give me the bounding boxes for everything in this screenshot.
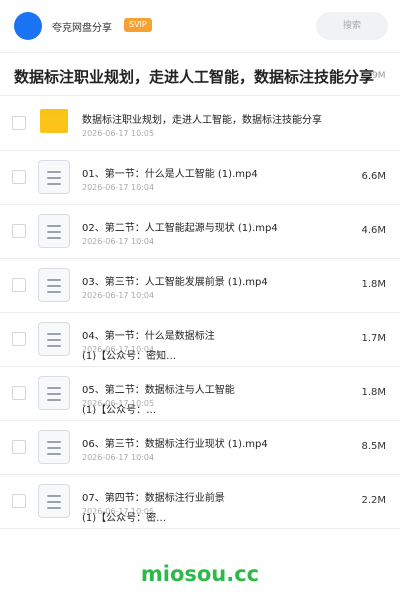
list-item[interactable]: 数据标注职业规划，走进人工智能，数据标注技能分享 2026-06-17 10:0… [0, 97, 400, 151]
file-size: 2.2M [361, 495, 386, 506]
file-name-line-2: (1)【公众号：密知… [82, 351, 177, 362]
file-name: 07、第四节：数据标注行业前景 [82, 493, 225, 504]
document-icon [38, 376, 70, 410]
list-item[interactable]: 01、第一节：什么是人工智能 (1).mp4 2026-06-17 10:04 … [0, 151, 400, 205]
file-size: 4.6M [361, 225, 386, 236]
list-item[interactable]: 06、第三节：数据标注行业现状 (1).mp4 2026-06-17 10:04… [0, 421, 400, 475]
document-icon [38, 430, 70, 464]
file-size: 8.5M [361, 441, 386, 452]
file-name: 05、第二节：数据标注与人工智能 [82, 385, 235, 396]
document-icon [38, 160, 70, 194]
checkbox[interactable] [12, 170, 26, 184]
search-input[interactable]: 搜索 [316, 12, 388, 40]
file-size: 6.6M [361, 171, 386, 182]
document-icon [38, 484, 70, 518]
list-item[interactable]: 07、第四节：数据标注行业前景 2026-06-17 10:05 (1)【公众号… [0, 475, 400, 529]
file-name: 01、第一节：什么是人工智能 (1).mp4 [82, 169, 258, 180]
list-item[interactable]: 02、第二节：人工智能起源与现状 (1).mp4 2026-06-17 10:0… [0, 205, 400, 259]
avatar[interactable] [14, 12, 42, 40]
file-date: 2026-06-17 10:04 [82, 453, 155, 462]
file-name-line-2: (1)【公众号：密… [82, 513, 167, 524]
checkbox[interactable] [12, 440, 26, 454]
file-date: 2026-06-17 10:04 [82, 183, 155, 192]
file-name: 06、第三节：数据标注行业现状 (1).mp4 [82, 439, 268, 450]
folder-title-bar: 数据标注职业规划，走进人工智能，数据标注技能分享 9M [0, 52, 400, 96]
folder-size: 9M [372, 71, 386, 81]
list-item[interactable]: 05、第二节：数据标注与人工智能 2026-06-17 10:05 (1)【公众… [0, 367, 400, 421]
checkbox[interactable] [12, 494, 26, 508]
file-size: 1.8M [361, 279, 386, 290]
header: 夸克网盘分享 SVIP 搜索 [0, 0, 400, 52]
checkbox[interactable] [12, 386, 26, 400]
file-name: 数据标注职业规划，走进人工智能，数据标注技能分享 [82, 115, 322, 126]
list-item[interactable]: 04、第一节：什么是数据标注 2026-06-17 10:04 (1)【公众号：… [0, 313, 400, 367]
file-name: 04、第一节：什么是数据标注 [82, 331, 215, 342]
file-date: 2026-06-17 10:04 [82, 237, 155, 246]
file-name: 03、第三节：人工智能发展前景 (1).mp4 [82, 277, 268, 288]
checkbox[interactable] [12, 224, 26, 238]
file-date: 2026-06-17 10:04 [82, 291, 155, 300]
checkbox[interactable] [12, 332, 26, 346]
checkbox[interactable] [12, 116, 26, 130]
list-item[interactable]: 03、第三节：人工智能发展前景 (1).mp4 2026-06-17 10:04… [0, 259, 400, 313]
app-name: 夸克网盘分享 [52, 23, 112, 34]
page-title: 数据标注职业规划，走进人工智能，数据标注技能分享 [14, 68, 375, 86]
file-date: 2026-06-17 10:05 [82, 129, 155, 138]
svip-badge: SVIP [124, 18, 152, 32]
folder-icon [40, 109, 68, 133]
file-name: 02、第二节：人工智能起源与现状 (1).mp4 [82, 223, 278, 234]
document-icon [38, 268, 70, 302]
file-name-line-2: (1)【公众号：… [82, 405, 157, 416]
file-list: 数据标注职业规划，走进人工智能，数据标注技能分享 2026-06-17 10:0… [0, 97, 400, 529]
document-icon [38, 214, 70, 248]
watermark: miosou.cc [140, 562, 260, 586]
checkbox[interactable] [12, 278, 26, 292]
file-size: 1.8M [361, 387, 386, 398]
file-size: 1.7M [361, 333, 386, 344]
document-icon [38, 322, 70, 356]
